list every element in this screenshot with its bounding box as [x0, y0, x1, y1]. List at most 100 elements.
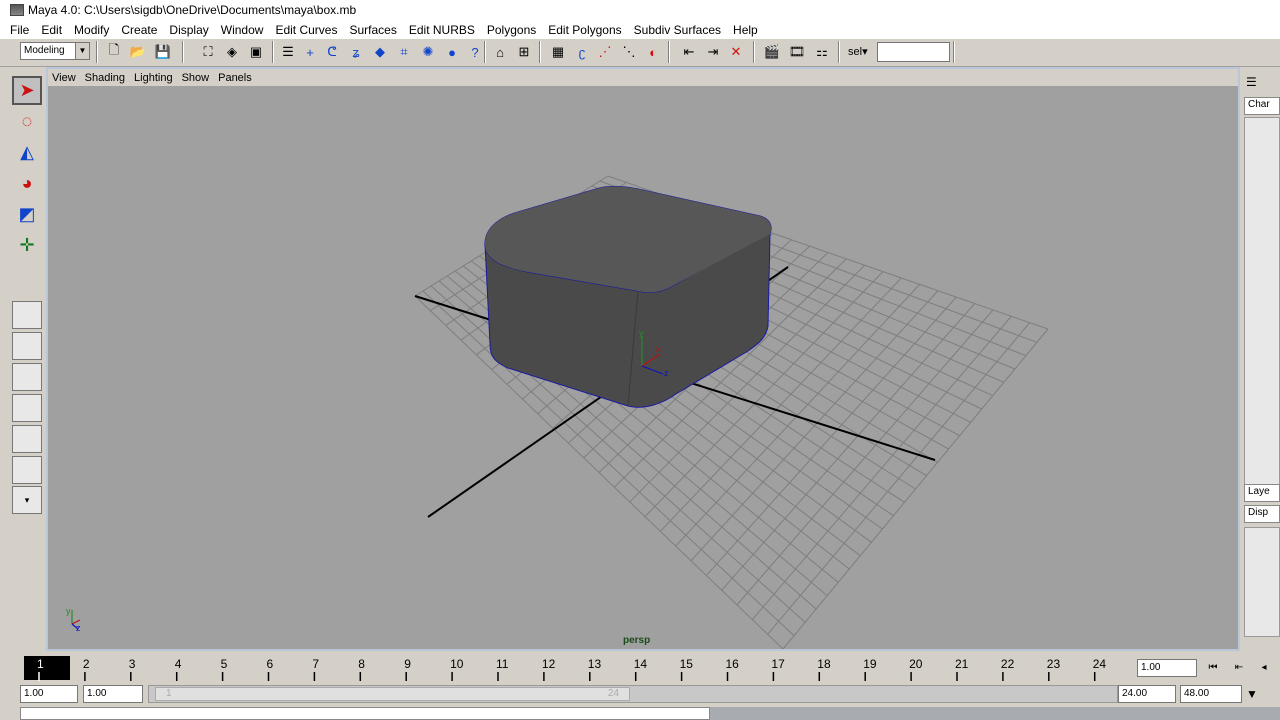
save-scene-icon[interactable]: 💾 [154, 43, 172, 61]
frame-tick-label: 9 [404, 657, 411, 671]
go-to-start-icon[interactable]: ⇤ [1229, 660, 1249, 676]
snap-curve-icon[interactable]: ʗ [573, 43, 591, 61]
menu-polygons[interactable]: Polygons [487, 23, 536, 37]
svg-text:z: z [664, 368, 669, 378]
four-view-layout-icon[interactable] [12, 332, 42, 360]
animation-start-field[interactable]: 1.00 [20, 685, 78, 703]
channel-box-toggle-icon[interactable]: ☰ [1246, 75, 1257, 89]
scale-tool-icon[interactable]: ◩ [12, 200, 42, 229]
move-tool-icon[interactable]: ◭ [12, 138, 42, 167]
frame-tick-label: 12 [542, 657, 556, 671]
select-joints-icon[interactable]: ᕦ [323, 43, 341, 61]
single-perspective-layout-icon[interactable] [12, 301, 42, 329]
menu-create[interactable]: Create [121, 23, 157, 37]
command-feedback [710, 707, 1280, 720]
menu-edit-polygons[interactable]: Edit Polygons [548, 23, 621, 37]
frame-tick-label: 4 [175, 657, 182, 671]
quick-select-input[interactable] [877, 42, 950, 62]
frame-tick-label: 20 [909, 657, 923, 671]
frame-tick-label: 14 [634, 657, 648, 671]
chevron-down-icon[interactable]: ▼ [1246, 687, 1258, 701]
panel-menu-show[interactable]: Show [182, 72, 210, 84]
output-connections-icon[interactable]: ⇥ [704, 43, 722, 61]
playback-start-field[interactable]: 1.00 [83, 685, 143, 703]
viewport-canvas: y x z y z persp [66, 175, 1049, 650]
frame-tick-label: 7 [312, 657, 319, 671]
menu-file[interactable]: File [10, 23, 29, 37]
time-slider[interactable]: 1 2 3 4 5 6 7 8 9 10 11 12 13 14 15 16 17 18 19 20 21 22 23 24 [10, 655, 1132, 681]
select-deformations-icon[interactable]: ⌗ [395, 43, 413, 61]
select-surfaces-icon[interactable]: ◆ [371, 43, 389, 61]
range-slider-end-label: 24 [607, 688, 619, 699]
quick-select-menu[interactable]: sel▾ [848, 45, 868, 58]
channel-box-tab[interactable]: Char [1244, 97, 1280, 115]
svg-text:z: z [76, 623, 81, 633]
playback-end-field[interactable]: 24.00 [1118, 685, 1176, 703]
snap-grid-icon[interactable]: ▦ [549, 43, 567, 61]
persp-trax-layout-icon[interactable] [12, 456, 42, 484]
menu-help[interactable]: Help [733, 23, 758, 37]
select-dynamics-icon[interactable]: ✺ [419, 43, 437, 61]
layout-menu-icon[interactable]: ▾ [12, 486, 42, 514]
layer-editor-tab[interactable]: Laye [1244, 484, 1280, 502]
frame-tick-label: 22 [1001, 657, 1015, 671]
select-tool-icon[interactable]: ➤ [12, 76, 42, 105]
shelf-separator [272, 41, 274, 63]
make-live-icon[interactable]: ◐ [644, 43, 662, 61]
menu-mode-select[interactable]: Modeling ▼ [20, 42, 90, 60]
construction-history-icon[interactable]: ✕ [727, 43, 745, 61]
svg-text:x: x [656, 344, 661, 354]
menu-window[interactable]: Window [221, 23, 264, 37]
command-line-input[interactable] [20, 707, 710, 720]
select-component-icon[interactable]: ▣ [247, 43, 265, 61]
select-object-icon[interactable]: ◈ [223, 43, 241, 61]
view-axis-indicator: y z [66, 606, 81, 633]
new-scene-icon[interactable]: 🗋 [105, 42, 123, 61]
step-back-key-icon[interactable]: ⏮ [1203, 660, 1223, 676]
open-scene-icon[interactable]: 📂 [129, 43, 147, 61]
ipr-render-icon[interactable]: ⚏ [813, 43, 831, 61]
panel-menu-panels[interactable]: Panels [218, 72, 252, 84]
persp-outliner-layout-icon[interactable] [12, 363, 42, 391]
select-curves-icon[interactable]: ʑ [347, 43, 365, 61]
panel-menu-lighting[interactable]: Lighting [134, 72, 173, 84]
range-slider-start-label: 1 [166, 688, 172, 699]
menu-surfaces[interactable]: Surfaces [349, 23, 396, 37]
frame-tick-label: 2 [83, 657, 90, 671]
render-view-icon[interactable]: 🎬 [763, 43, 781, 61]
step-back-frame-icon[interactable]: ◂ [1254, 660, 1274, 676]
menu-modify[interactable]: Modify [74, 23, 109, 37]
snap-point-icon[interactable]: ⋰ [596, 43, 614, 61]
render-current-icon[interactable]: 🎞 [788, 43, 806, 61]
range-slider-handle[interactable]: 1 24 [155, 687, 630, 701]
rounded-box-mesh[interactable] [484, 185, 772, 408]
highlight-selection-icon[interactable]: ⊞ [515, 43, 533, 61]
frame-tick-label: 16 [726, 657, 740, 671]
mode-select-value: Modeling [24, 45, 65, 56]
snap-view-plane-icon[interactable]: ⋱ [620, 43, 638, 61]
menu-edit-curves[interactable]: Edit Curves [275, 23, 337, 37]
menu-edit[interactable]: Edit [41, 23, 62, 37]
menu-edit-nurbs[interactable]: Edit NURBS [409, 23, 475, 37]
current-time-field[interactable]: 1.00 [1137, 659, 1197, 677]
panel-menu-view[interactable]: View [52, 72, 76, 84]
lock-selection-icon[interactable]: ⌂ [491, 43, 509, 61]
select-misc-icon[interactable]: ? [466, 43, 484, 61]
lasso-tool-icon[interactable]: ◌ [12, 107, 42, 136]
panel-menu-shading[interactable]: Shading [85, 72, 125, 84]
select-handles-icon[interactable]: + [301, 43, 319, 61]
perspective-viewport[interactable]: y x z y z persp [48, 86, 1238, 650]
menu-subdiv-surfaces[interactable]: Subdiv Surfaces [634, 23, 721, 37]
menu-display[interactable]: Display [169, 23, 208, 37]
mask-menu-icon[interactable]: ☰ [279, 43, 297, 61]
animation-end-field[interactable]: 48.00 [1180, 685, 1242, 703]
select-hierarchy-icon[interactable]: ⛶ [199, 43, 217, 61]
manipulator-tool-icon[interactable]: ✛ [12, 231, 42, 260]
rotate-tool-icon[interactable]: ◕ [12, 169, 42, 198]
display-layer-menu[interactable]: Disp [1244, 505, 1280, 523]
hypershade-layout-icon[interactable] [12, 425, 42, 453]
input-connections-icon[interactable]: ⇤ [680, 43, 698, 61]
persp-graph-layout-icon[interactable] [12, 394, 42, 422]
shelf-separator [753, 41, 755, 63]
select-rendering-icon[interactable]: ● [443, 43, 461, 61]
